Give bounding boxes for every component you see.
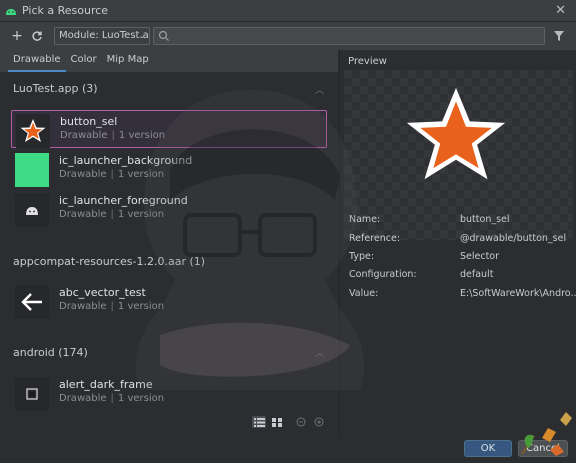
property-row: Name: button_sel (349, 214, 575, 228)
android-icon (6, 8, 16, 15)
list-item[interactable]: button_sel Drawable | 1 version (11, 110, 327, 148)
property-key: Name: (349, 214, 381, 225)
property-row: Configuration: default (349, 269, 575, 283)
title-bar: Pick a Resource ✕ (0, 0, 576, 22)
list-view-icon[interactable] (252, 416, 266, 428)
resource-type: Drawable (59, 393, 107, 404)
resource-meta: Drawable | 1 version (60, 130, 166, 141)
ok-button[interactable]: OK (464, 440, 512, 457)
resource-name: ic_launcher_foreground (59, 194, 188, 207)
chevron-down-icon: ⌄ (139, 31, 146, 40)
filter-icon[interactable] (553, 30, 565, 42)
section-header-luotest: LuoTest.app (3) (13, 82, 98, 95)
window-title: Pick a Resource (22, 4, 109, 17)
property-row: Value: E:\SoftWareWork\Andro... (349, 288, 576, 302)
resource-name: abc_vector_test (59, 286, 146, 299)
android-icon (15, 193, 49, 227)
resource-type: Drawable (60, 130, 108, 141)
property-key: Value: (349, 288, 379, 299)
close-icon[interactable]: ✕ (555, 3, 566, 18)
resource-meta: Drawable | 1 version (59, 393, 165, 404)
resource-list-panel: Drawable Color Mip Map LuoTest.app (3) ︿… (0, 50, 338, 463)
chevron-up-icon[interactable]: ︿ (315, 346, 324, 359)
property-value: button_sel (460, 214, 510, 225)
star-preview-icon (406, 87, 506, 180)
resource-type: Drawable (59, 169, 107, 180)
list-item[interactable]: abc_vector_test Drawable | 1 version (11, 282, 327, 320)
resource-meta: Drawable | 1 version (59, 301, 165, 312)
resource-meta: Drawable | 1 version (59, 209, 165, 220)
preview-panel: Preview Name: button_sel Reference: @dra… (339, 50, 576, 438)
resource-meta: Drawable | 1 version (59, 169, 165, 180)
green-grid-icon (15, 153, 49, 187)
resource-name: ic_launcher_background (59, 154, 193, 167)
tab-color[interactable]: Color (66, 50, 102, 72)
list-item[interactable]: ic_launcher_foreground Drawable | 1 versio… (11, 190, 327, 228)
tab-mip-map[interactable]: Mip Map (102, 50, 154, 72)
resource-name: alert_dark_frame (59, 378, 153, 391)
resource-versions: 1 version (118, 130, 166, 141)
tab-drawable[interactable]: Drawable (8, 50, 66, 72)
property-key: Configuration: (349, 269, 417, 280)
grid-view-icon[interactable] (270, 416, 284, 428)
section-header-appcompat: appcompat-resources-1.2.0.aar (1) (13, 255, 206, 268)
property-row: Reference: @drawable/button_sel (349, 233, 575, 247)
property-value: default (460, 269, 494, 280)
property-key: Reference: (349, 233, 401, 244)
resource-versions: 1 version (117, 393, 165, 404)
property-value: E:\SoftWareWork\Andro... (460, 288, 576, 299)
arrow-left-icon (15, 285, 49, 319)
view-controls (252, 416, 326, 428)
search-icon (158, 30, 169, 41)
resource-versions: 1 version (117, 169, 165, 180)
resource-name: button_sel (60, 115, 118, 128)
resource-versions: 1 version (117, 209, 165, 220)
frame-icon (15, 377, 49, 411)
property-row: Type: Selector (349, 251, 575, 265)
module-select-value: Module: LuoTest.ap (59, 30, 150, 41)
list-item[interactable]: ic_launcher_background Drawable | 1 versio… (11, 150, 327, 188)
zoom-in-icon[interactable] (312, 416, 326, 428)
search-input[interactable] (153, 27, 545, 45)
leaf-decoration-icon (521, 412, 572, 456)
chevron-up-icon[interactable]: ︿ (315, 83, 324, 96)
property-key: Type: (349, 251, 375, 262)
module-select[interactable]: Module: LuoTest.ap ⌄ (54, 27, 150, 45)
toolbar: + Module: LuoTest.ap ⌄ (0, 22, 576, 50)
property-value: @drawable/button_sel (460, 233, 567, 244)
star-icon (16, 114, 50, 148)
add-icon[interactable]: + (8, 27, 26, 45)
resource-tabs: Drawable Color Mip Map (0, 50, 338, 72)
section-header-android: android (174) (13, 346, 88, 359)
resource-type: Drawable (59, 209, 107, 220)
zoom-out-icon[interactable] (294, 416, 308, 428)
refresh-icon[interactable] (28, 27, 46, 45)
list-item[interactable]: alert_dark_frame Drawable | 1 version (11, 374, 327, 412)
property-value: Selector (460, 251, 500, 262)
preview-label: Preview (348, 56, 387, 67)
resource-type: Drawable (59, 301, 107, 312)
resource-versions: 1 version (117, 301, 165, 312)
